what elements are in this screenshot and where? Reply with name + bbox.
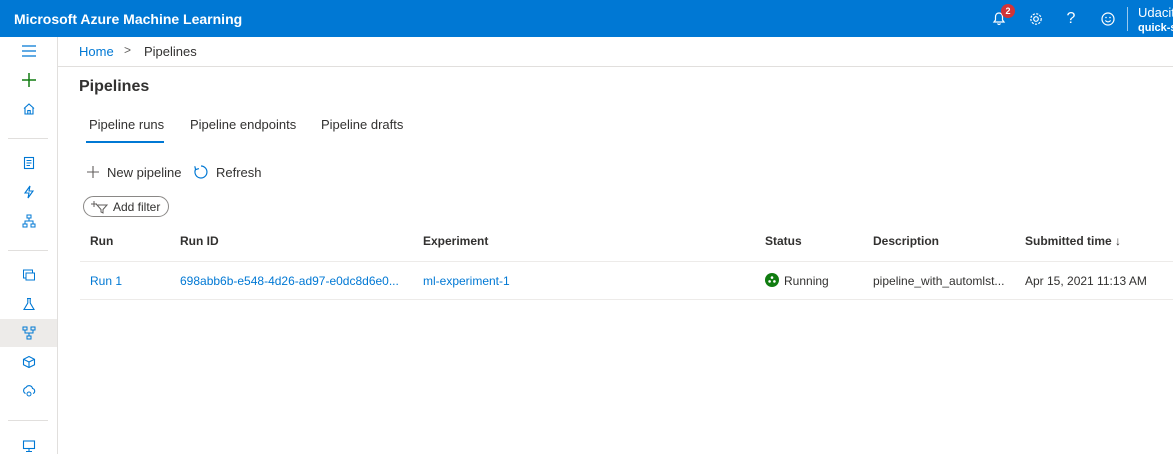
column-header-submitted-time[interactable]: Submitted time ↓ <box>1025 234 1121 248</box>
nav-automated-ml[interactable] <box>0 178 57 206</box>
refresh-button[interactable]: Refresh <box>193 163 262 181</box>
smiley-icon <box>1101 12 1115 26</box>
column-header-run-id[interactable]: Run ID <box>180 234 219 248</box>
nav-models[interactable] <box>0 348 57 376</box>
refresh-icon <box>194 165 208 179</box>
experiments-icon <box>22 297 35 311</box>
column-header-experiment[interactable]: Experiment <box>423 234 488 248</box>
compute-icon <box>22 440 35 453</box>
hamburger-icon <box>21 45 36 57</box>
left-nav <box>0 37 58 454</box>
pipelines-icon <box>22 326 35 340</box>
nav-compute[interactable] <box>0 432 57 460</box>
automl-icon <box>23 185 34 199</box>
breadcrumb: Home > Pipelines <box>58 37 1173 67</box>
nav-pipelines[interactable] <box>0 319 57 347</box>
nav-endpoints[interactable] <box>0 377 57 405</box>
notification-count-badge: 2 <box>1001 4 1015 18</box>
help-button[interactable]: ? <box>1060 8 1082 30</box>
description-text: pipeline_with_automlst... <box>873 274 1005 288</box>
add-filter-icon <box>91 200 109 214</box>
notebook-icon <box>23 156 34 170</box>
app-title[interactable]: Microsoft Azure Machine Learning <box>14 11 242 27</box>
status-text: Running <box>784 274 829 288</box>
designer-icon <box>22 214 35 228</box>
feedback-button[interactable] <box>1097 8 1119 30</box>
user-name[interactable]: Udacit <box>1138 5 1173 20</box>
breadcrumb-chevron-icon: > <box>124 43 132 57</box>
models-icon <box>22 355 35 369</box>
refresh-label: Refresh <box>216 164 262 180</box>
gear-icon <box>1030 13 1042 25</box>
endpoints-icon <box>22 385 35 397</box>
column-header-run[interactable]: Run <box>90 234 113 248</box>
tab-pipeline-drafts[interactable]: Pipeline drafts <box>321 117 403 132</box>
new-pipeline-button[interactable]: New pipeline <box>86 163 181 181</box>
breadcrumb-home-link[interactable]: Home <box>79 44 114 59</box>
nav-home[interactable] <box>0 95 57 123</box>
table-header-divider <box>80 261 1173 262</box>
tab-pipeline-endpoints[interactable]: Pipeline endpoints <box>190 117 296 132</box>
add-filter-button[interactable]: Add filter <box>83 196 169 217</box>
add-filter-label: Add filter <box>113 199 161 214</box>
plus-icon <box>21 73 36 87</box>
nav-create-new[interactable] <box>0 66 57 94</box>
table-row-divider <box>80 299 1173 300</box>
topbar-divider <box>1127 7 1128 31</box>
submitted-time-text: Apr 15, 2021 11:13 AM <box>1025 274 1147 288</box>
run-link[interactable]: Run 1 <box>90 274 122 288</box>
run-id-link[interactable]: 698abb6b-e548-4d26-ad97-e0dc8d6e0... <box>180 274 399 288</box>
column-header-status[interactable]: Status <box>765 234 802 248</box>
active-tab-indicator <box>86 141 164 143</box>
nav-separator <box>8 138 48 139</box>
plus-icon <box>87 166 99 178</box>
settings-button[interactable] <box>1025 8 1047 30</box>
breadcrumb-current: Pipelines <box>144 44 197 59</box>
datasets-icon <box>22 269 35 281</box>
page-title: Pipelines <box>79 78 150 95</box>
nav-datasets[interactable] <box>0 261 57 289</box>
nav-separator <box>8 250 48 251</box>
nav-experiments[interactable] <box>0 290 57 318</box>
nav-notebooks[interactable] <box>0 149 57 177</box>
top-bar: Microsoft Azure Machine Learning 2 ? Uda… <box>0 0 1173 37</box>
home-icon <box>23 103 34 115</box>
workspace-name[interactable]: quick-s <box>1138 22 1173 34</box>
nav-designer[interactable] <box>0 207 57 235</box>
experiment-link[interactable]: ml-experiment-1 <box>423 274 510 288</box>
column-header-description[interactable]: Description <box>873 234 939 248</box>
tab-pipeline-runs[interactable]: Pipeline runs <box>89 117 164 132</box>
new-pipeline-label: New pipeline <box>107 164 182 180</box>
running-status-icon <box>765 273 779 287</box>
hamburger-menu-button[interactable] <box>0 37 57 65</box>
nav-separator <box>8 420 48 421</box>
